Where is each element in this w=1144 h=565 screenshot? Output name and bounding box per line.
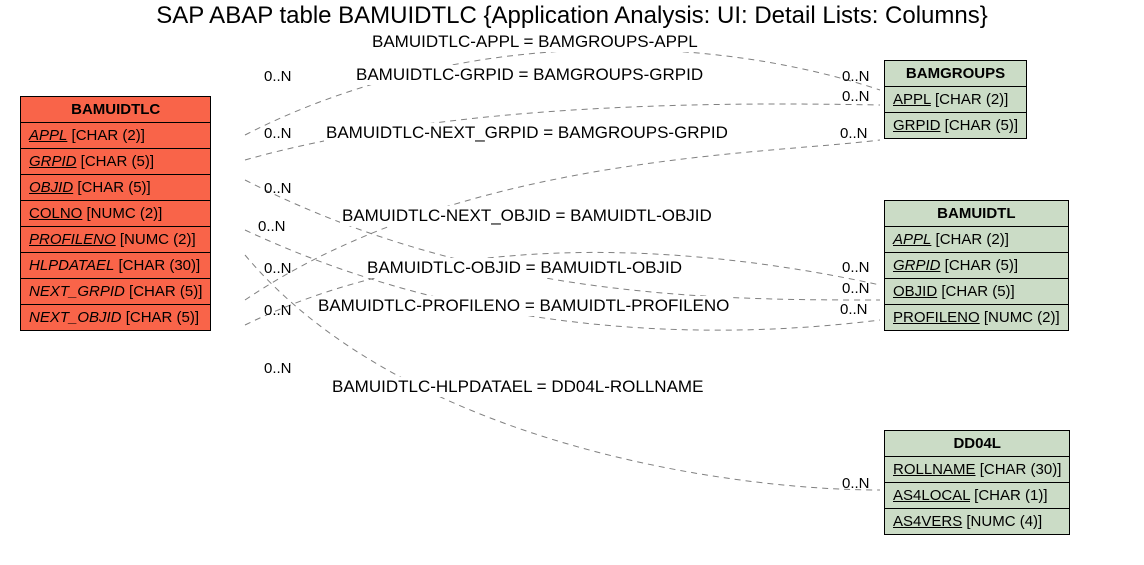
column-cell: PROFILENO [NUMC (2)] [21,227,211,253]
card-l7: 0..N [264,360,292,377]
column-cell: ROLLNAME [CHAR (30)] [885,457,1070,483]
table-row: ROLLNAME [CHAR (30)] [885,457,1070,483]
table-bamuidtlc-header: BAMUIDTLC [21,97,211,123]
rel-label-2: BAMUIDTLC-NEXT_GRPID = BAMGROUPS-GRPID [324,123,730,143]
table-row: PROFILENO [NUMC (2)] [885,305,1069,331]
column-cell: NEXT_GRPID [CHAR (5)] [21,279,211,305]
card-l5: 0..N [264,260,292,277]
column-cell: COLNO [NUMC (2)] [21,201,211,227]
column-cell: GRPID [CHAR (5)] [21,149,211,175]
rel-label-1: BAMUIDTLC-GRPID = BAMGROUPS-GRPID [354,65,705,85]
card-r3: 0..N [840,125,868,142]
table-bamuidtl: BAMUIDTL APPL [CHAR (2)]GRPID [CHAR (5)]… [884,200,1069,331]
rel-label-4: BAMUIDTLC-OBJID = BAMUIDTL-OBJID [365,258,684,278]
table-row: NEXT_GRPID [CHAR (5)] [21,279,211,305]
rel-label-5: BAMUIDTLC-PROFILENO = BAMUIDTL-PROFILENO [316,296,731,316]
column-cell: APPL [CHAR (2)] [885,87,1027,113]
table-row: APPL [CHAR (2)] [885,87,1027,113]
column-cell: PROFILENO [NUMC (2)] [885,305,1069,331]
column-cell: GRPID [CHAR (5)] [885,113,1027,139]
card-l3: 0..N [264,180,292,197]
table-row: GRPID [CHAR (5)] [885,253,1069,279]
column-cell: HLPDATAEL [CHAR (30)] [21,253,211,279]
table-row: NEXT_OBJID [CHAR (5)] [21,305,211,331]
rel-label-3: BAMUIDTLC-NEXT_OBJID = BAMUIDTL-OBJID [340,206,714,226]
table-row: GRPID [CHAR (5)] [21,149,211,175]
table-bamgroups: BAMGROUPS APPL [CHAR (2)]GRPID [CHAR (5)… [884,60,1027,139]
table-row: COLNO [NUMC (2)] [21,201,211,227]
card-l2: 0..N [264,125,292,142]
table-row: HLPDATAEL [CHAR (30)] [21,253,211,279]
table-row: PROFILENO [NUMC (2)] [21,227,211,253]
card-r6: 0..N [840,301,868,318]
column-cell: APPL [CHAR (2)] [885,227,1069,253]
card-r5: 0..N [842,280,870,297]
column-cell: OBJID [CHAR (5)] [21,175,211,201]
card-r1: 0..N [842,68,870,85]
card-r2: 0..N [842,88,870,105]
card-l6: 0..N [264,302,292,319]
table-row: AS4VERS [NUMC (4)] [885,509,1070,535]
column-cell: APPL [CHAR (2)] [21,123,211,149]
rel-label-0: BAMUIDTLC-APPL = BAMGROUPS-APPL [370,32,700,52]
table-bamgroups-header: BAMGROUPS [885,61,1027,87]
card-l4: 0..N [258,218,286,235]
table-row: APPL [CHAR (2)] [885,227,1069,253]
table-row: AS4LOCAL [CHAR (1)] [885,483,1070,509]
column-cell: GRPID [CHAR (5)] [885,253,1069,279]
table-bamuidtl-header: BAMUIDTL [885,201,1069,227]
rel-label-6: BAMUIDTLC-HLPDATAEL = DD04L-ROLLNAME [330,377,705,397]
card-r7: 0..N [842,475,870,492]
column-cell: NEXT_OBJID [CHAR (5)] [21,305,211,331]
table-dd04l: DD04L ROLLNAME [CHAR (30)]AS4LOCAL [CHAR… [884,430,1070,535]
table-bamuidtlc: BAMUIDTLC APPL [CHAR (2)]GRPID [CHAR (5)… [20,96,211,331]
table-row: OBJID [CHAR (5)] [885,279,1069,305]
table-row: GRPID [CHAR (5)] [885,113,1027,139]
column-cell: OBJID [CHAR (5)] [885,279,1069,305]
table-dd04l-header: DD04L [885,431,1070,457]
card-r4: 0..N [842,259,870,276]
table-row: APPL [CHAR (2)] [21,123,211,149]
column-cell: AS4VERS [NUMC (4)] [885,509,1070,535]
column-cell: AS4LOCAL [CHAR (1)] [885,483,1070,509]
card-l1: 0..N [264,68,292,85]
table-row: OBJID [CHAR (5)] [21,175,211,201]
